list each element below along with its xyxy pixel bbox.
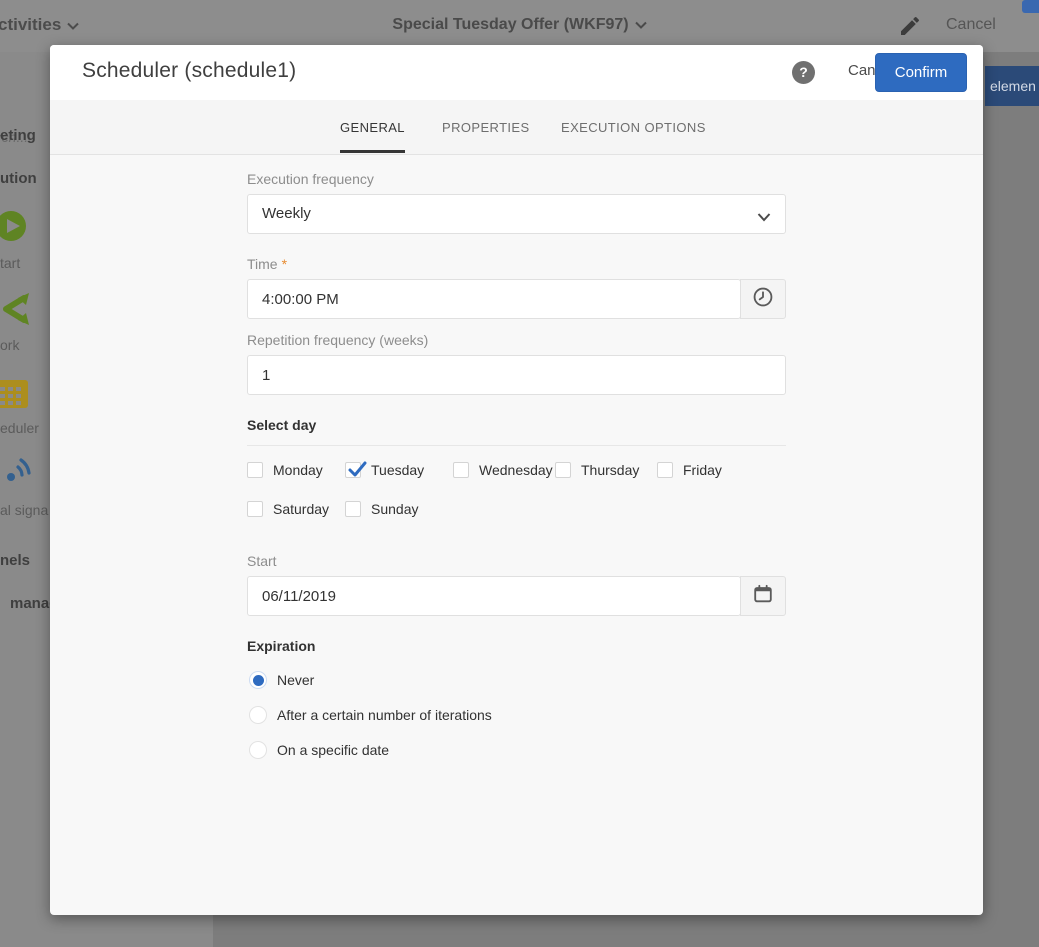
elements-button-cut[interactable]: elemen	[985, 66, 1039, 106]
palette-item-external-signal[interactable]: al signa	[0, 502, 48, 518]
dialog-header: Scheduler (schedule1) ? Cancel Confirm	[50, 45, 983, 100]
expiration-label: Expiration	[247, 638, 786, 654]
select-day-label: Select day	[247, 417, 786, 433]
radio-selected-icon	[249, 671, 267, 689]
day-checkbox-sunday[interactable]: Sunday	[345, 501, 418, 517]
start-input-wrap	[247, 576, 741, 616]
tab-properties[interactable]: PROPERTIES	[442, 100, 530, 154]
day-checkbox-thursday[interactable]: Thursday	[555, 462, 657, 478]
palette-item-start[interactable]: tart	[0, 255, 20, 271]
expiration-radio-never[interactable]: Never	[247, 671, 786, 689]
section-execution: ution	[0, 170, 37, 187]
repetition-input-wrap	[247, 355, 786, 395]
start-date-input[interactable]	[248, 577, 740, 615]
chevron-down-icon	[635, 16, 647, 34]
execution-frequency-label: Execution frequency	[247, 171, 786, 187]
help-icon[interactable]: ?	[792, 61, 815, 84]
fork-arrows-icon[interactable]	[0, 292, 30, 331]
workflow-title-label: Special Tuesday Offer (WKF97)	[392, 16, 628, 33]
palette-item-scheduler[interactable]: eduler	[0, 420, 39, 436]
repetition-input[interactable]	[248, 356, 785, 394]
checkbox-icon	[247, 462, 263, 478]
tab-general[interactable]: GENERAL	[340, 100, 405, 154]
day-checkbox-tuesday[interactable]: Tuesday	[345, 462, 453, 478]
app-screen: ctivities Special Tuesday Offer (WKF97) …	[0, 0, 1039, 947]
execution-frequency-value: Weekly	[248, 195, 785, 233]
calendar-grid-icon[interactable]	[0, 378, 30, 415]
execution-frequency-select[interactable]: Weekly	[247, 194, 786, 234]
checkbox-icon	[247, 501, 263, 517]
checkbox-checked-icon	[345, 462, 361, 478]
tab-execution-options[interactable]: EXECUTION OPTIONS	[561, 100, 706, 154]
section-channels: nels	[0, 552, 30, 569]
expiration-radio-specific-date[interactable]: On a specific date	[247, 741, 786, 759]
time-input[interactable]	[248, 280, 740, 318]
date-picker-button[interactable]	[740, 576, 786, 616]
checkbox-icon	[657, 462, 673, 478]
calendar-icon	[752, 583, 774, 610]
checkbox-icon	[345, 501, 361, 517]
confirm-button[interactable]: Confirm	[875, 53, 967, 92]
section-targeting: eting	[0, 127, 36, 144]
dialog-title: Scheduler (schedule1)	[82, 59, 296, 83]
day-row-1: Monday Tuesday Wednesday Thursday	[247, 462, 786, 478]
radio-icon	[249, 741, 267, 759]
edit-pencil-icon[interactable]	[898, 14, 922, 38]
checkbox-icon	[453, 462, 469, 478]
palette-item-fork[interactable]: ork	[0, 337, 19, 353]
repetition-label: Repetition frequency (weeks)	[247, 332, 786, 348]
start-label: Start	[247, 553, 786, 569]
dialog-content: Execution frequency Weekly Time*	[50, 155, 983, 759]
scheduler-dialog: Scheduler (schedule1) ? Cancel Confirm G…	[50, 45, 983, 915]
signal-waves-icon[interactable]	[0, 454, 34, 495]
dialog-tabbar: GENERAL PROPERTIES EXECUTION OPTIONS	[50, 100, 983, 155]
topbar-primary-button-cut[interactable]	[1022, 0, 1039, 13]
time-label: Time*	[247, 256, 786, 272]
day-checkbox-saturday[interactable]: Saturday	[247, 501, 345, 517]
radio-icon	[249, 706, 267, 724]
day-checkbox-monday[interactable]: Monday	[247, 462, 345, 478]
topbar-cancel-button[interactable]: Cancel	[946, 16, 996, 34]
divider	[247, 445, 786, 446]
expiration-radio-iterations[interactable]: After a certain number of iterations	[247, 706, 786, 724]
day-checkbox-wednesday[interactable]: Wednesday	[453, 462, 555, 478]
required-asterisk: *	[282, 256, 287, 272]
checkbox-icon	[555, 462, 571, 478]
day-checkbox-friday[interactable]: Friday	[657, 462, 722, 478]
day-row-2: Saturday Sunday	[247, 501, 786, 517]
workflow-title-dropdown[interactable]: Special Tuesday Offer (WKF97)	[0, 16, 1039, 34]
clock-icon	[752, 286, 774, 313]
time-input-wrap	[247, 279, 741, 319]
play-circle-icon[interactable]	[0, 210, 29, 247]
time-picker-button[interactable]	[740, 279, 786, 319]
